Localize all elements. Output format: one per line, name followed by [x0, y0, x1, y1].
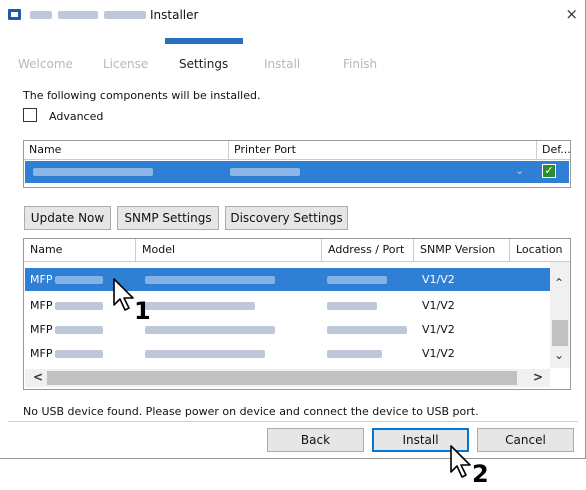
redacted-text — [230, 168, 300, 176]
default-checkbox[interactable]: ✓ — [542, 164, 556, 178]
usb-status-message: No USB device found. Please power on dev… — [23, 405, 479, 418]
step-license: License — [103, 57, 149, 71]
device-name: MFP — [30, 347, 53, 360]
scroll-right-icon[interactable]: > — [533, 370, 543, 384]
table-row[interactable]: MFP V1/V2 — [25, 342, 550, 365]
redacted-text — [145, 350, 265, 358]
column-header-address-port[interactable]: Address / Port — [322, 239, 414, 262]
redacted-text — [327, 302, 377, 310]
discovery-settings-button[interactable]: Discovery Settings — [225, 206, 348, 230]
chevron-down-icon[interactable]: ⌄ — [515, 164, 524, 177]
device-name: MFP — [30, 323, 53, 336]
step-welcome: Welcome — [18, 57, 73, 71]
scroll-down-icon[interactable]: ⌄ — [554, 348, 564, 362]
intro-text: The following components will be install… — [23, 89, 261, 102]
redacted-text — [104, 11, 146, 19]
back-button[interactable]: Back — [267, 428, 364, 452]
step-install: Install — [264, 57, 301, 71]
redacted-text — [33, 168, 153, 176]
snmp-version: V1/V2 — [422, 323, 455, 336]
scrollbar-thumb[interactable] — [552, 320, 568, 346]
redacted-text — [55, 302, 103, 310]
column-header-printer-port[interactable]: Printer Port — [229, 141, 537, 160]
redacted-text — [55, 326, 103, 334]
step-settings: Settings — [179, 57, 229, 71]
window-title: Installer — [150, 8, 199, 22]
advanced-label: Advanced — [49, 110, 104, 123]
step-marker: 2 — [472, 460, 489, 488]
advanced-checkbox[interactable] — [23, 108, 37, 122]
redacted-text — [327, 276, 387, 284]
redacted-text — [30, 11, 52, 19]
devices-table: Name Model Address / Port SNMP Version L… — [23, 238, 571, 390]
divider — [8, 421, 578, 422]
snmp-version: V1/V2 — [422, 347, 455, 360]
snmp-version: V1/V2 — [422, 299, 455, 312]
scroll-up-icon[interactable]: ⌃ — [554, 276, 564, 290]
installer-window: Installer × Welcome License Settings Ins… — [0, 0, 586, 459]
step-marker: 1 — [134, 297, 151, 325]
redacted-text — [327, 326, 407, 334]
column-header-name[interactable]: Name — [24, 239, 136, 262]
close-icon[interactable]: × — [565, 5, 578, 23]
column-header-snmp-version[interactable]: SNMP Version — [414, 239, 510, 262]
redacted-text — [145, 326, 275, 334]
title-bar: Installer × — [0, 0, 586, 30]
cancel-button[interactable]: Cancel — [477, 428, 574, 452]
redacted-text — [55, 350, 103, 358]
redacted-text — [145, 302, 255, 310]
column-header-model[interactable]: Model — [136, 239, 322, 262]
scrollbar-thumb[interactable] — [47, 371, 517, 385]
device-name: MFP — [30, 299, 53, 312]
redacted-text — [55, 276, 103, 284]
column-header-location[interactable]: Location — [510, 239, 570, 262]
table-row[interactable]: MFP V1/V2 — [25, 268, 550, 291]
scroll-left-icon[interactable]: < — [33, 370, 43, 384]
component-row[interactable]: ⌄ ✓ — [25, 161, 569, 183]
wizard-steps: Welcome License Settings Install Finish — [0, 32, 586, 82]
components-table: Name Printer Port Def... ⌄ ✓ — [23, 140, 571, 188]
snmp-version: V1/V2 — [422, 273, 455, 286]
step-finish: Finish — [343, 57, 378, 71]
vertical-scrollbar[interactable]: ⌃ ⌄ — [550, 262, 570, 368]
active-step-indicator — [165, 38, 243, 44]
column-header-name[interactable]: Name — [24, 141, 229, 160]
column-header-default[interactable]: Def... — [537, 141, 571, 160]
snmp-settings-button[interactable]: SNMP Settings — [117, 206, 219, 230]
printer-app-icon — [8, 9, 21, 20]
redacted-text — [327, 350, 382, 358]
horizontal-scrollbar[interactable]: < > — [25, 369, 550, 387]
table-row[interactable]: MFP V1/V2 — [25, 318, 550, 341]
table-row[interactable]: MFP V1/V2 — [25, 294, 550, 317]
device-name: MFP — [30, 273, 53, 286]
redacted-text — [145, 276, 275, 284]
redacted-text — [58, 11, 98, 19]
update-now-button[interactable]: Update Now — [24, 206, 111, 230]
